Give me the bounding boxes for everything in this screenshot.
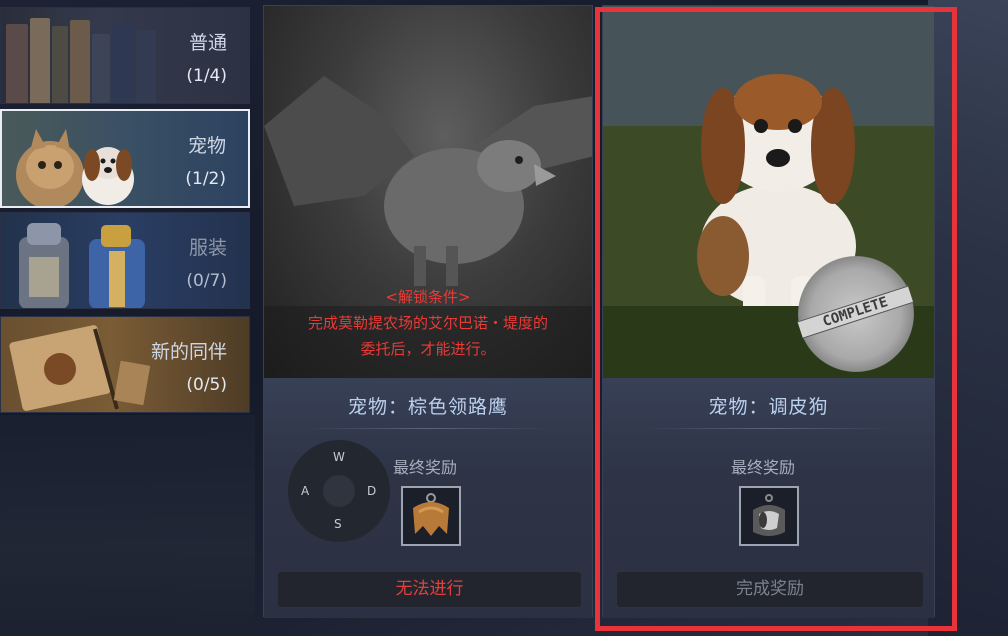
card-title-dog: 宠物：调皮狗 xyxy=(708,396,829,418)
category-normal[interactable]: 普通 (1/4) xyxy=(0,7,250,104)
unlock-condition-text: <解锁条件> 完成莫勒提农场的艾尔巴诺・堤度的 委托后，才能进行。 xyxy=(264,284,592,362)
category-outfit[interactable]: 服装 (0/7) xyxy=(0,212,250,309)
scroll-and-pen-image xyxy=(9,325,151,411)
category-companion-count: (0/5) xyxy=(186,375,227,395)
final-reward-label: 最终奖励 xyxy=(731,458,796,477)
dog-image: COMPLETE xyxy=(603,6,934,378)
final-reward-label: 最终奖励 xyxy=(393,458,458,477)
pet-card-eagle[interactable]: <解锁条件> 完成莫勒提农场的艾尔巴诺・堤度的 委托后，才能进行。 宠物：棕色领… xyxy=(263,5,593,618)
category-normal-label: 普通 xyxy=(188,32,227,54)
unlock-condition-title: <解锁条件> xyxy=(385,288,471,306)
background-mountain xyxy=(928,0,1008,636)
background-left xyxy=(0,415,255,636)
title-divider xyxy=(645,428,892,429)
card-info-eagle: 宠物：棕色领路鹰 W A D S 最终奖励 无法进行 xyxy=(264,378,592,618)
category-sidebar: 普通 (1/4) 宠物 (1/2) 服装 (0/7) 新的同伴 (0/5) xyxy=(0,0,252,420)
complete-reward-button[interactable]: 完成奖励 xyxy=(616,571,924,608)
leather-cape-icon[interactable] xyxy=(401,486,461,546)
category-companion-label: 新的同伴 xyxy=(150,341,227,363)
category-pet-count: (1/2) xyxy=(185,169,226,189)
armor-image xyxy=(19,223,145,308)
books-image xyxy=(6,16,171,103)
category-outfit-count: (0/7) xyxy=(186,271,227,291)
category-pet-label: 宠物 xyxy=(187,135,226,157)
card-info-dog: 宠物：调皮狗 最终奖励 完成奖励 xyxy=(603,378,934,618)
joystick-key-d: D xyxy=(367,484,377,498)
cat-and-dog-image xyxy=(16,129,134,206)
cannot-proceed-button[interactable]: 无法进行 xyxy=(277,571,582,608)
category-companion[interactable]: 新的同伴 (0/5) xyxy=(0,316,250,413)
joystick-key-s: S xyxy=(334,517,342,531)
unlock-condition-line1: 完成莫勒提农场的艾尔巴诺・堤度的 xyxy=(307,314,548,332)
category-outfit-label: 服装 xyxy=(188,237,227,259)
complete-stamp-text: COMPLETE xyxy=(797,285,914,339)
joystick-center[interactable] xyxy=(323,475,355,507)
category-pet[interactable]: 宠物 (1/2) xyxy=(0,109,250,208)
title-divider xyxy=(306,428,550,429)
dog-helmet-icon-graphic xyxy=(753,494,785,536)
unlock-condition-line2: 委托后，才能进行。 xyxy=(360,340,496,358)
joystick-key-a: A xyxy=(301,484,310,498)
pet-card-dog[interactable]: COMPLETE 宠物：调皮狗 最终奖励 完成奖励 xyxy=(602,5,935,618)
joystick-key-w: W xyxy=(333,450,345,464)
category-normal-count: (1/4) xyxy=(186,66,227,86)
virtual-joystick[interactable]: W A D S xyxy=(288,440,390,542)
card-title-eagle: 宠物：棕色领路鹰 xyxy=(347,396,508,418)
dog-helmet-icon[interactable] xyxy=(739,486,799,546)
leather-cape-icon-graphic xyxy=(413,493,449,536)
eagle-image: <解锁条件> 完成莫勒提农场的艾尔巴诺・堤度的 委托后，才能进行。 xyxy=(264,6,592,378)
